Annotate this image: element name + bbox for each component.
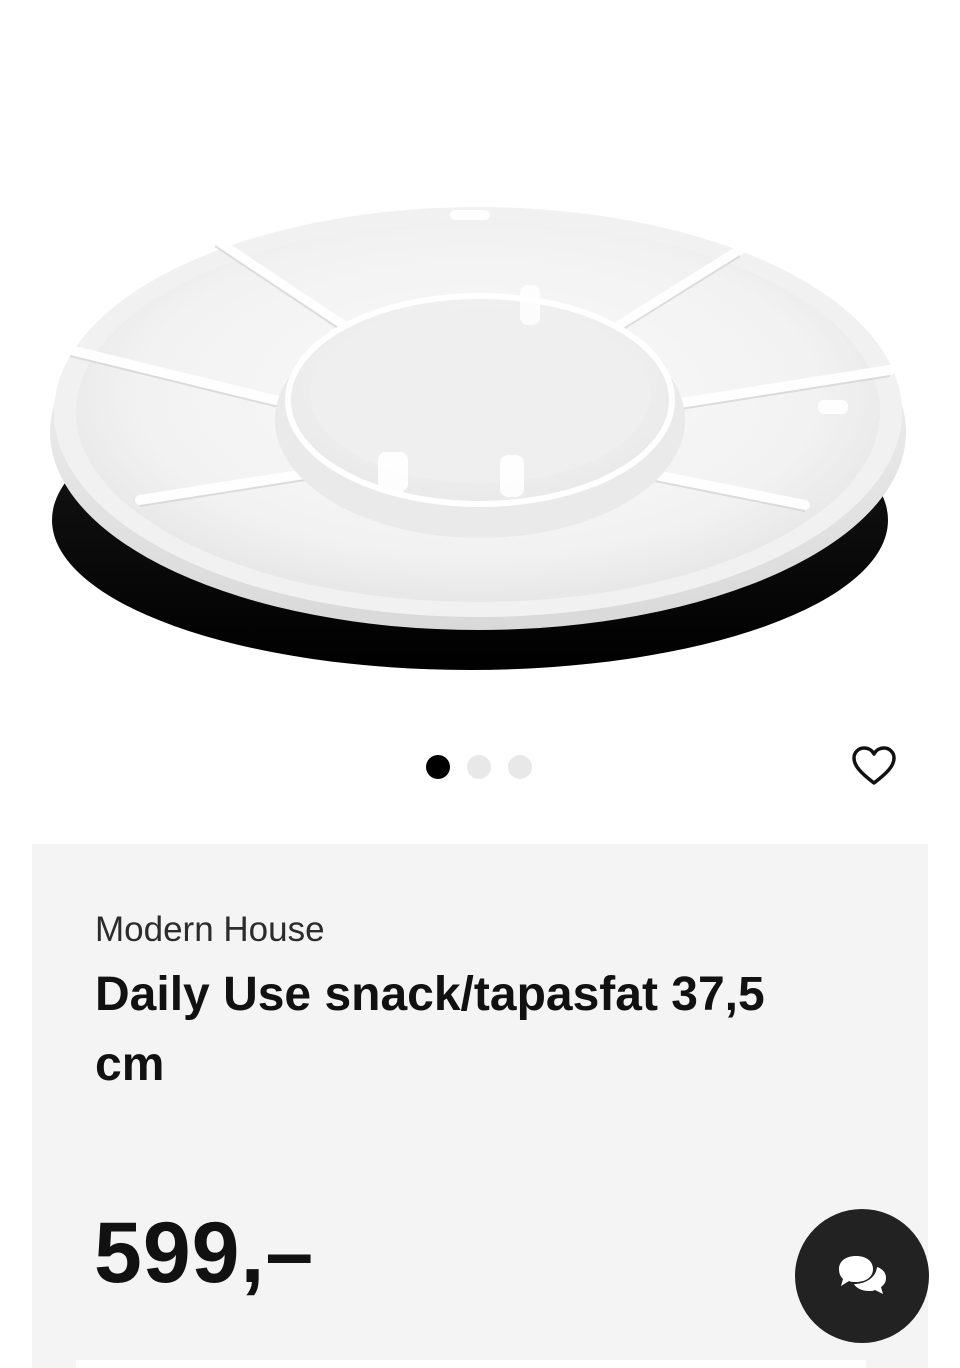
chat-bubbles-icon bbox=[839, 1256, 886, 1294]
product-page: Modern House Daily Use snack/tapasfat 37… bbox=[0, 0, 960, 1368]
pager-dot-3[interactable] bbox=[508, 755, 532, 779]
bottom-divider bbox=[76, 1360, 866, 1368]
pager-dot-2[interactable] bbox=[467, 755, 491, 779]
serving-tray-illustration bbox=[50, 207, 906, 670]
pager-dot-1[interactable] bbox=[426, 755, 450, 779]
product-price: 599,– bbox=[94, 1205, 315, 1301]
image-pager[interactable] bbox=[426, 755, 532, 779]
product-brand[interactable]: Modern House bbox=[95, 910, 325, 950]
product-info-panel: Modern House Daily Use snack/tapasfat 37… bbox=[32, 844, 928, 1368]
favorite-button[interactable] bbox=[848, 740, 900, 792]
product-image[interactable] bbox=[0, 0, 960, 720]
product-title: Daily Use snack/tapasfat 37,5 cm bbox=[95, 968, 765, 1091]
heart-outline-icon bbox=[852, 746, 896, 785]
chat-button[interactable] bbox=[795, 1209, 929, 1343]
